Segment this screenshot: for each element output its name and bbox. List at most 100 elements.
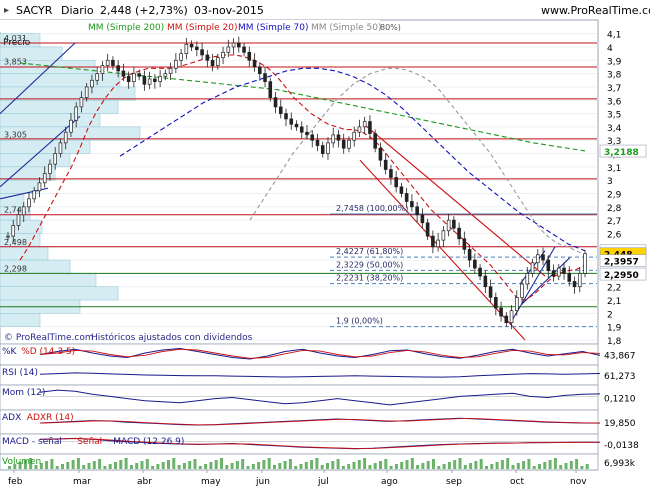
volume-bar: [585, 464, 589, 469]
price-tick-label: 2,2: [607, 284, 621, 294]
volume-bar: [320, 465, 324, 469]
candle-body: [373, 133, 377, 149]
candle-body: [189, 43, 194, 48]
volume-profile-bar: [0, 246, 49, 261]
candle-body: [273, 97, 278, 108]
candle-body: [289, 118, 294, 125]
volume-bar: [527, 459, 531, 469]
header-brand[interactable]: www.ProRealTime.com: [541, 4, 650, 17]
price-tick-label: 1,9: [607, 324, 622, 334]
candle-body: [74, 106, 78, 121]
x-axis: feb mar abr may jun jul ago sep oct nov: [8, 470, 587, 487]
candle-body: [168, 67, 173, 74]
candle-body: [242, 46, 246, 53]
volume-bar: [108, 464, 112, 469]
candle-body: [100, 65, 105, 74]
price-tick-label: 2,7: [607, 217, 621, 227]
indicator-value-rsi: 61,273: [604, 372, 636, 382]
candle-body: [504, 315, 509, 324]
price-tick-label: 4: [607, 44, 613, 54]
candle-body: [90, 79, 94, 88]
chart-expand-icon[interactable]: ▸: [4, 5, 9, 16]
candle-body: [205, 54, 210, 61]
volume-profile-bar: [0, 219, 43, 234]
volume-bar: [304, 462, 308, 469]
volume-bar: [543, 462, 547, 469]
volume-bar: [299, 464, 303, 469]
candle-body: [431, 235, 435, 248]
candle-body: [499, 307, 503, 317]
volume-bar: [193, 459, 197, 469]
volume-bar: [262, 460, 266, 469]
candle-body: [37, 182, 42, 192]
header-date: 03-nov-2015: [194, 4, 264, 17]
candle-body: [415, 206, 419, 216]
price-tick-label: 2,1: [607, 297, 621, 307]
candle-body: [467, 249, 472, 261]
volume-bar: [352, 462, 356, 469]
candle-body: [577, 273, 582, 288]
volume-bar: [522, 461, 526, 469]
volume-bar: [129, 465, 133, 469]
candle-body: [126, 75, 131, 82]
x-tick-label: jun: [255, 477, 270, 487]
volume-bar: [177, 465, 181, 469]
indicator-label-k: %D (14 3 5): [21, 347, 75, 357]
volume-bar: [151, 466, 155, 469]
mm-legend-20: MM (Simple 20): [167, 23, 237, 33]
volume-profile-label: 2,498: [4, 238, 27, 247]
volume-bar: [92, 461, 96, 469]
candle-body: [425, 222, 430, 237]
candle-body: [48, 163, 52, 174]
candle-body: [357, 126, 362, 133]
volume-bar: [479, 459, 483, 469]
price-badge-label: 2,2950: [604, 271, 639, 281]
fib-label: 2,7458 (100,00%): [336, 204, 408, 213]
candle-body: [556, 267, 561, 277]
candle-body: [352, 131, 356, 141]
candle-body: [53, 153, 58, 165]
price-tick-label: 2,9: [607, 190, 622, 200]
candle-body: [195, 46, 199, 50]
price-tick-label: 3,5: [607, 111, 621, 121]
candle-body: [27, 198, 31, 208]
candle-body: [42, 173, 47, 184]
mm-legend-50: MM (Simple 50): [311, 23, 381, 33]
candle-body: [368, 121, 372, 134]
candle-body: [231, 42, 236, 48]
mm-legend-200: MM (Simple 200): [88, 23, 164, 33]
x-tick-label: abr: [137, 477, 152, 487]
candle-body: [216, 57, 220, 66]
candle-body: [221, 51, 225, 58]
volume-profile-bar: [0, 313, 41, 327]
volume-bar: [273, 465, 276, 469]
price-label: Precio: [3, 38, 31, 48]
volume-bar: [55, 466, 59, 469]
volume-bar: [548, 460, 552, 469]
volume-profile-label: 2,298: [4, 265, 27, 274]
indicator-label-adx: ADXR (14): [27, 413, 74, 423]
price-tick-label: 4,1: [607, 31, 621, 41]
volume-profile-label: 3,305: [4, 131, 27, 140]
x-tick-label: sep: [446, 477, 462, 487]
volume-bar: [506, 458, 510, 469]
volume-bar: [230, 463, 234, 469]
candle-body: [257, 66, 262, 74]
volume-bar: [437, 466, 441, 469]
candle-body: [11, 225, 16, 237]
candle-body: [21, 206, 26, 216]
candle-body: [483, 275, 488, 288]
candle-body: [79, 97, 84, 108]
candle-body: [158, 75, 162, 82]
price-tick-label: 3,7: [607, 84, 621, 94]
volume-bar: [373, 463, 377, 469]
volume-bar: [161, 462, 165, 469]
candle-body: [111, 59, 115, 66]
volume-bar: [135, 463, 139, 469]
header-quote: 2,448 (+2,73%): [100, 4, 188, 17]
candle-body: [473, 259, 477, 269]
candle-body: [84, 86, 89, 98]
volume-bar: [575, 459, 579, 469]
panel-footer-brand: © ProRealTime.com: [4, 333, 94, 343]
volume-bar: [516, 463, 520, 469]
